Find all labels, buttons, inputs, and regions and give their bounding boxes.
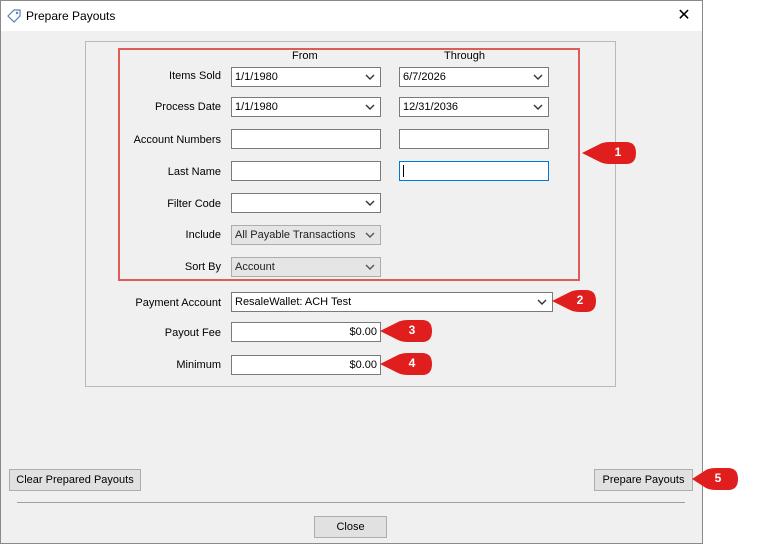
callout-2-number: 2 <box>576 293 584 307</box>
close-window-icon[interactable]: ✕ <box>672 4 696 28</box>
payment-account-select[interactable]: ResaleWallet: ACH Test <box>231 292 553 312</box>
filters-highlight-box <box>118 48 580 281</box>
callout-5: 5 <box>692 467 748 491</box>
close-button[interactable]: Close <box>314 516 387 538</box>
title-bar: Prepare Payouts ✕ <box>1 1 702 31</box>
minimum-label: Minimum <box>176 359 221 371</box>
callout-3: 3 <box>380 319 436 343</box>
window-title: Prepare Payouts <box>26 9 116 23</box>
chevron-down-icon <box>537 299 547 305</box>
payment-account-value: ResaleWallet: ACH Test <box>235 296 352 308</box>
payout-fee-input[interactable]: $0.00 <box>231 322 381 342</box>
prepare-payouts-window: Prepare Payouts ✕ From Through Items Sol… <box>0 0 703 544</box>
callout-4: 4 <box>380 352 436 376</box>
callout-1: 1 <box>582 141 638 165</box>
callout-5-number: 5 <box>714 471 722 485</box>
minimum-input[interactable]: $0.00 <box>231 355 381 375</box>
tag-icon <box>7 9 21 23</box>
prepare-payouts-button[interactable]: Prepare Payouts <box>594 469 693 491</box>
callout-2: 2 <box>552 289 608 313</box>
divider <box>17 502 685 503</box>
callout-4-number: 4 <box>408 356 416 370</box>
callout-3-number: 3 <box>408 323 416 337</box>
payout-fee-label: Payout Fee <box>164 327 221 339</box>
clear-prepared-payouts-button[interactable]: Clear Prepared Payouts <box>9 469 141 491</box>
callout-1-number: 1 <box>614 145 622 159</box>
payment-account-label: Payment Account <box>135 297 221 309</box>
